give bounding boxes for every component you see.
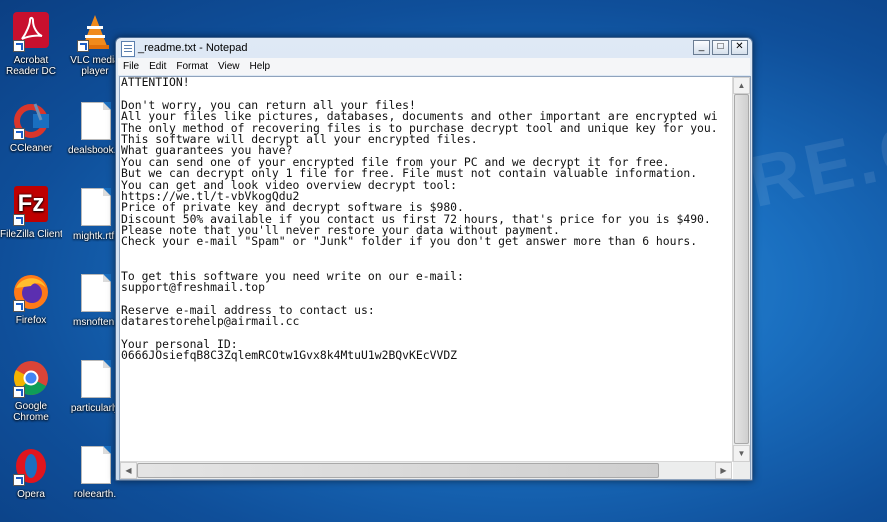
scroll-left-arrow[interactable]: ◀ (120, 462, 137, 479)
notepad-window[interactable]: _readme.txt - Notepad _ □ ✕ File Edit Fo… (115, 37, 753, 481)
desktop-icon-opera[interactable]: Opera (0, 446, 62, 500)
icon-label: Google (14, 401, 48, 412)
notepad-icon (121, 41, 135, 57)
scroll-up-arrow[interactable]: ▲ (733, 77, 750, 94)
icon-label: FileZilla Client (0, 229, 62, 240)
file-icon (75, 102, 115, 142)
desktop-icon-firefox[interactable]: Firefox (0, 272, 62, 326)
desktop-icon-acrobat[interactable]: Acrobat Reader DC (0, 12, 62, 77)
scroll-down-arrow[interactable]: ▼ (733, 445, 750, 462)
firefox-icon (11, 272, 51, 312)
menu-format[interactable]: Format (171, 61, 213, 72)
text-line: datarestorehelp@airmail.cc (121, 314, 300, 329)
chrome-icon (11, 358, 51, 398)
minimize-button[interactable]: _ (693, 40, 710, 55)
text-line: ATTENTION! (121, 77, 190, 89)
file-icon (75, 274, 115, 314)
vertical-scroll-thumb[interactable] (734, 94, 749, 444)
text-editor[interactable]: ATTENTION! Don't worry, you can return a… (119, 76, 751, 480)
acrobat-icon (11, 12, 51, 52)
menu-view[interactable]: View (213, 61, 245, 72)
text-line (120, 248, 732, 259)
menu-file[interactable]: File (118, 61, 144, 72)
close-button[interactable]: ✕ (731, 40, 748, 55)
file-icon (75, 446, 115, 486)
text-line: support@freshmail.top (121, 280, 266, 295)
desktop-icon-ccleaner[interactable]: CCleaner (0, 100, 62, 154)
menu-bar: File Edit Format View Help (118, 58, 750, 75)
scroll-right-arrow[interactable]: ▶ (715, 462, 732, 479)
icon-label: CCleaner (9, 143, 53, 154)
horizontal-scroll-thumb[interactable] (137, 463, 659, 478)
text-content[interactable]: ATTENTION! Don't worry, you can return a… (120, 77, 732, 462)
size-grip[interactable] (733, 462, 750, 479)
icon-label: Acrobat (13, 55, 49, 66)
icon-label: Opera (17, 489, 45, 500)
desktop-icon-chrome[interactable]: Google Chrome (0, 358, 62, 423)
icon-label: Reader DC (5, 66, 57, 77)
maximize-button[interactable]: □ (712, 40, 729, 55)
filezilla-icon: Fz (11, 186, 51, 226)
ccleaner-icon (11, 100, 51, 140)
text-line: 0666JOsiefqB8C3ZqlemRCOtw1Gvx8k4MtuU1w2B… (121, 348, 458, 363)
menu-edit[interactable]: Edit (144, 61, 171, 72)
file-icon (75, 188, 115, 228)
desktop-icon-filezilla[interactable]: Fz FileZilla Client (0, 186, 62, 240)
horizontal-scrollbar[interactable]: ◀ ▶ (120, 461, 732, 479)
icon-label: roleearth. (73, 489, 117, 500)
vlc-icon (75, 12, 115, 52)
icon-label: Chrome (13, 412, 49, 423)
menu-help[interactable]: Help (245, 61, 276, 72)
opera-icon (11, 446, 51, 486)
text-line: Check your e-mail "Spam" or "Junk" folde… (121, 234, 698, 249)
title-bar[interactable]: _readme.txt - Notepad _ □ ✕ (116, 38, 752, 58)
vertical-scrollbar[interactable]: ▲ ▼ (732, 77, 750, 462)
icon-label: Firefox (15, 315, 47, 326)
window-title: _readme.txt - Notepad (138, 42, 248, 54)
file-icon (75, 360, 115, 400)
